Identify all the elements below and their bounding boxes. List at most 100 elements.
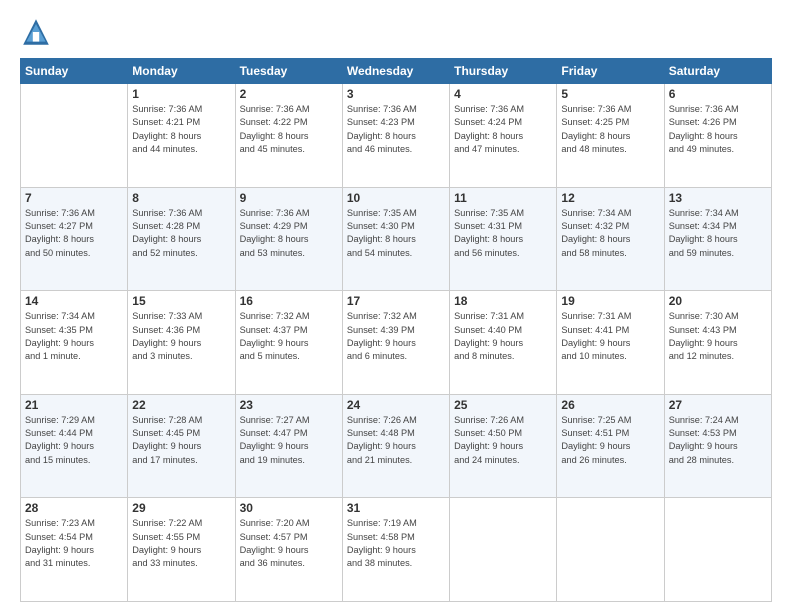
calendar-day-cell: 29 Sunrise: 7:22 AM Sunset: 4:55 PM Dayli… [128,498,235,602]
day-info: Sunrise: 7:36 AM Sunset: 4:25 PM Dayligh… [561,103,659,156]
day-number: 2 [240,87,338,101]
day-info: Sunrise: 7:32 AM Sunset: 4:39 PM Dayligh… [347,310,445,363]
day-number: 8 [132,191,230,205]
day-number: 22 [132,398,230,412]
calendar-day-cell: 9 Sunrise: 7:36 AM Sunset: 4:29 PM Daylig… [235,187,342,291]
day-number: 14 [25,294,123,308]
calendar-day-cell: 28 Sunrise: 7:23 AM Sunset: 4:54 PM Dayli… [21,498,128,602]
day-number: 5 [561,87,659,101]
day-number: 3 [347,87,445,101]
day-info: Sunrise: 7:36 AM Sunset: 4:29 PM Dayligh… [240,207,338,260]
calendar-day-cell: 20Sunrise: 7:30 AM Sunset: 4:43 PM Dayli… [664,291,771,395]
day-info: Sunrise: 7:36 AM Sunset: 4:26 PM Dayligh… [669,103,767,156]
day-number: 21 [25,398,123,412]
day-number: 9 [240,191,338,205]
calendar-day-cell [557,498,664,602]
day-number: 28 [25,501,123,515]
day-info: Sunrise: 7:31 AM Sunset: 4:40 PM Dayligh… [454,310,552,363]
day-number: 18 [454,294,552,308]
day-number: 29 [132,501,230,515]
day-info: Sunrise: 7:34 AM Sunset: 4:32 PM Dayligh… [561,207,659,260]
day-info: Sunrise: 7:29 AM Sunset: 4:44 PM Dayligh… [25,414,123,467]
day-number: 12 [561,191,659,205]
calendar-day-cell: 30 Sunrise: 7:20 AM Sunset: 4:57 PM Dayli… [235,498,342,602]
calendar-day-cell: 17 Sunrise: 7:32 AM Sunset: 4:39 PM Dayli… [342,291,449,395]
day-info: Sunrise: 7:20 AM Sunset: 4:57 PM Dayligh… [240,517,338,570]
calendar-header-row: SundayMondayTuesdayWednesdayThursdayFrid… [21,59,772,84]
calendar-day-cell: 2 Sunrise: 7:36 AM Sunset: 4:22 PM Daylig… [235,84,342,188]
day-number: 24 [347,398,445,412]
calendar-day-cell [21,84,128,188]
day-info: Sunrise: 7:26 AM Sunset: 4:50 PM Dayligh… [454,414,552,467]
day-number: 31 [347,501,445,515]
day-info: Sunrise: 7:36 AM Sunset: 4:23 PM Dayligh… [347,103,445,156]
day-info: Sunrise: 7:23 AM Sunset: 4:54 PM Dayligh… [25,517,123,570]
page: SundayMondayTuesdayWednesdayThursdayFrid… [0,0,792,612]
day-info: Sunrise: 7:33 AM Sunset: 4:36 PM Dayligh… [132,310,230,363]
calendar-body: 1 Sunrise: 7:36 AM Sunset: 4:21 PM Daylig… [21,84,772,602]
calendar-day-cell: 4Sunrise: 7:36 AM Sunset: 4:24 PM Daylig… [450,84,557,188]
weekday-header: Friday [557,59,664,84]
day-info: Sunrise: 7:36 AM Sunset: 4:21 PM Dayligh… [132,103,230,156]
day-number: 27 [669,398,767,412]
day-number: 11 [454,191,552,205]
calendar-day-cell [664,498,771,602]
day-number: 16 [240,294,338,308]
calendar-week-row: 28 Sunrise: 7:23 AM Sunset: 4:54 PM Dayli… [21,498,772,602]
calendar-day-cell: 23Sunrise: 7:27 AM Sunset: 4:47 PM Dayli… [235,394,342,498]
calendar-day-cell: 7Sunrise: 7:36 AM Sunset: 4:27 PM Daylig… [21,187,128,291]
day-number: 13 [669,191,767,205]
day-info: Sunrise: 7:26 AM Sunset: 4:48 PM Dayligh… [347,414,445,467]
calendar-day-cell: 31Sunrise: 7:19 AM Sunset: 4:58 PM Dayli… [342,498,449,602]
calendar-day-cell: 14 Sunrise: 7:34 AM Sunset: 4:35 PM Dayli… [21,291,128,395]
day-number: 30 [240,501,338,515]
day-number: 20 [669,294,767,308]
weekday-header: Sunday [21,59,128,84]
day-info: Sunrise: 7:34 AM Sunset: 4:35 PM Dayligh… [25,310,123,363]
day-number: 10 [347,191,445,205]
logo-icon [20,16,52,48]
day-info: Sunrise: 7:34 AM Sunset: 4:34 PM Dayligh… [669,207,767,260]
calendar-day-cell: 25 Sunrise: 7:26 AM Sunset: 4:50 PM Dayli… [450,394,557,498]
day-info: Sunrise: 7:25 AM Sunset: 4:51 PM Dayligh… [561,414,659,467]
calendar-day-cell [450,498,557,602]
day-number: 17 [347,294,445,308]
calendar-table: SundayMondayTuesdayWednesdayThursdayFrid… [20,58,772,602]
day-info: Sunrise: 7:22 AM Sunset: 4:55 PM Dayligh… [132,517,230,570]
calendar-day-cell: 27Sunrise: 7:24 AM Sunset: 4:53 PM Dayli… [664,394,771,498]
calendar-week-row: 7Sunrise: 7:36 AM Sunset: 4:27 PM Daylig… [21,187,772,291]
day-info: Sunrise: 7:31 AM Sunset: 4:41 PM Dayligh… [561,310,659,363]
weekday-header: Wednesday [342,59,449,84]
calendar-day-cell: 24 Sunrise: 7:26 AM Sunset: 4:48 PM Dayli… [342,394,449,498]
calendar-day-cell: 26 Sunrise: 7:25 AM Sunset: 4:51 PM Dayli… [557,394,664,498]
day-number: 25 [454,398,552,412]
day-number: 6 [669,87,767,101]
calendar-day-cell: 3 Sunrise: 7:36 AM Sunset: 4:23 PM Daylig… [342,84,449,188]
calendar-day-cell: 16 Sunrise: 7:32 AM Sunset: 4:37 PM Dayli… [235,291,342,395]
day-number: 23 [240,398,338,412]
day-number: 26 [561,398,659,412]
day-number: 4 [454,87,552,101]
weekday-header: Saturday [664,59,771,84]
weekday-header: Tuesday [235,59,342,84]
calendar-day-cell: 10Sunrise: 7:35 AM Sunset: 4:30 PM Dayli… [342,187,449,291]
day-info: Sunrise: 7:36 AM Sunset: 4:22 PM Dayligh… [240,103,338,156]
header [20,16,772,48]
calendar-day-cell: 18 Sunrise: 7:31 AM Sunset: 4:40 PM Dayli… [450,291,557,395]
calendar-day-cell: 11 Sunrise: 7:35 AM Sunset: 4:31 PM Dayli… [450,187,557,291]
calendar-week-row: 1 Sunrise: 7:36 AM Sunset: 4:21 PM Daylig… [21,84,772,188]
calendar-day-cell: 19Sunrise: 7:31 AM Sunset: 4:41 PM Dayli… [557,291,664,395]
day-info: Sunrise: 7:32 AM Sunset: 4:37 PM Dayligh… [240,310,338,363]
day-number: 15 [132,294,230,308]
logo [20,16,58,48]
weekday-header: Monday [128,59,235,84]
day-number: 1 [132,87,230,101]
calendar-day-cell: 21 Sunrise: 7:29 AM Sunset: 4:44 PM Dayli… [21,394,128,498]
calendar-day-cell: 8 Sunrise: 7:36 AM Sunset: 4:28 PM Daylig… [128,187,235,291]
calendar-day-cell: 6 Sunrise: 7:36 AM Sunset: 4:26 PM Daylig… [664,84,771,188]
day-info: Sunrise: 7:28 AM Sunset: 4:45 PM Dayligh… [132,414,230,467]
day-info: Sunrise: 7:36 AM Sunset: 4:27 PM Dayligh… [25,207,123,260]
day-info: Sunrise: 7:35 AM Sunset: 4:31 PM Dayligh… [454,207,552,260]
day-info: Sunrise: 7:36 AM Sunset: 4:28 PM Dayligh… [132,207,230,260]
weekday-header: Thursday [450,59,557,84]
